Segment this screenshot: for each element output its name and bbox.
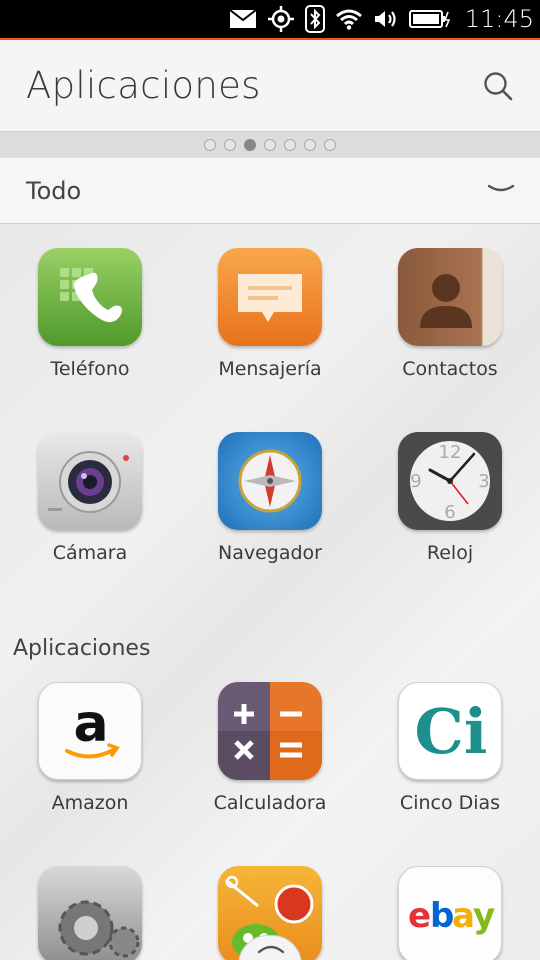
wifi-icon bbox=[335, 8, 363, 30]
app-contactos[interactable]: Contactos bbox=[365, 248, 535, 380]
app-reloj[interactable]: 12 3 6 9 Reloj bbox=[365, 432, 535, 564]
ebay-icon: e b a y bbox=[398, 866, 502, 960]
svg-text:Ci: Ci bbox=[415, 695, 488, 768]
bottom-edge-handle[interactable] bbox=[238, 935, 302, 960]
clock-icon: 12 3 6 9 bbox=[398, 432, 502, 530]
camera-icon bbox=[38, 432, 142, 530]
messaging-icon bbox=[218, 248, 322, 346]
page-dot[interactable] bbox=[284, 139, 296, 151]
app-label: Mensajería bbox=[218, 358, 322, 380]
page-header: Aplicaciones bbox=[0, 40, 540, 132]
svg-text:y: y bbox=[473, 896, 495, 936]
volume-icon bbox=[373, 8, 399, 30]
search-icon[interactable] bbox=[482, 70, 514, 102]
app-amazon[interactable]: a Amazon bbox=[5, 682, 175, 814]
app-camara[interactable]: Cámara bbox=[5, 432, 175, 564]
category-filter-dropdown[interactable]: Todo bbox=[0, 158, 540, 224]
chevron-up-icon bbox=[257, 945, 285, 954]
app-ebay[interactable]: e b a y bbox=[365, 866, 535, 960]
gps-icon bbox=[267, 5, 295, 33]
svg-text:6: 6 bbox=[444, 502, 455, 523]
section-title: Aplicaciones bbox=[13, 636, 151, 661]
app-telefono[interactable]: Teléfono bbox=[5, 248, 175, 380]
amazon-icon: a bbox=[38, 682, 142, 780]
app-label: Teléfono bbox=[50, 358, 130, 380]
page-dot-active[interactable] bbox=[244, 139, 256, 151]
battery-icon bbox=[408, 8, 451, 30]
page-dot[interactable] bbox=[204, 139, 216, 151]
contacts-icon bbox=[398, 248, 502, 346]
calculator-icon bbox=[218, 682, 322, 780]
app-label: Amazon bbox=[51, 792, 129, 814]
cinco-dias-icon: Ci bbox=[398, 682, 502, 780]
page-dot[interactable] bbox=[224, 139, 236, 151]
app-settings[interactable] bbox=[5, 866, 175, 960]
svg-text:e: e bbox=[408, 896, 431, 936]
mail-icon bbox=[229, 9, 257, 29]
filter-label: Todo bbox=[26, 177, 82, 205]
app-mensajeria[interactable]: Mensajería bbox=[185, 248, 355, 380]
page-dot[interactable] bbox=[264, 139, 276, 151]
svg-text:3: 3 bbox=[478, 471, 489, 492]
svg-text:a: a bbox=[452, 896, 475, 936]
phone-icon bbox=[38, 248, 142, 346]
app-label: Navegador bbox=[218, 542, 322, 564]
app-label: Calculadora bbox=[213, 792, 327, 814]
status-bar: 11:45 bbox=[0, 0, 540, 40]
page-indicator bbox=[0, 132, 540, 158]
app-calculadora[interactable]: Calculadora bbox=[185, 682, 355, 814]
clock-time: 11:45 bbox=[464, 5, 534, 33]
app-label: Contactos bbox=[402, 358, 498, 380]
app-scope-content[interactable]: Teléfono Mensajería Contactos Cámara Nav… bbox=[0, 224, 540, 960]
svg-text:9: 9 bbox=[410, 471, 421, 492]
page-dot[interactable] bbox=[324, 139, 336, 151]
browser-icon bbox=[218, 432, 322, 530]
svg-text:12: 12 bbox=[439, 442, 462, 463]
app-navegador[interactable]: Navegador bbox=[185, 432, 355, 564]
app-label: Cinco Dias bbox=[399, 792, 501, 814]
page-title: Aplicaciones bbox=[26, 64, 261, 107]
app-label: Reloj bbox=[426, 542, 474, 564]
svg-text:a: a bbox=[73, 694, 108, 754]
app-cinco-dias[interactable]: Ci Cinco Dias bbox=[365, 682, 535, 814]
page-dot[interactable] bbox=[304, 139, 316, 151]
svg-text:b: b bbox=[430, 896, 454, 936]
chevron-down-icon bbox=[486, 180, 516, 200]
bluetooth-icon bbox=[304, 5, 325, 33]
settings-icon bbox=[38, 866, 142, 960]
app-label: Cámara bbox=[52, 542, 128, 564]
